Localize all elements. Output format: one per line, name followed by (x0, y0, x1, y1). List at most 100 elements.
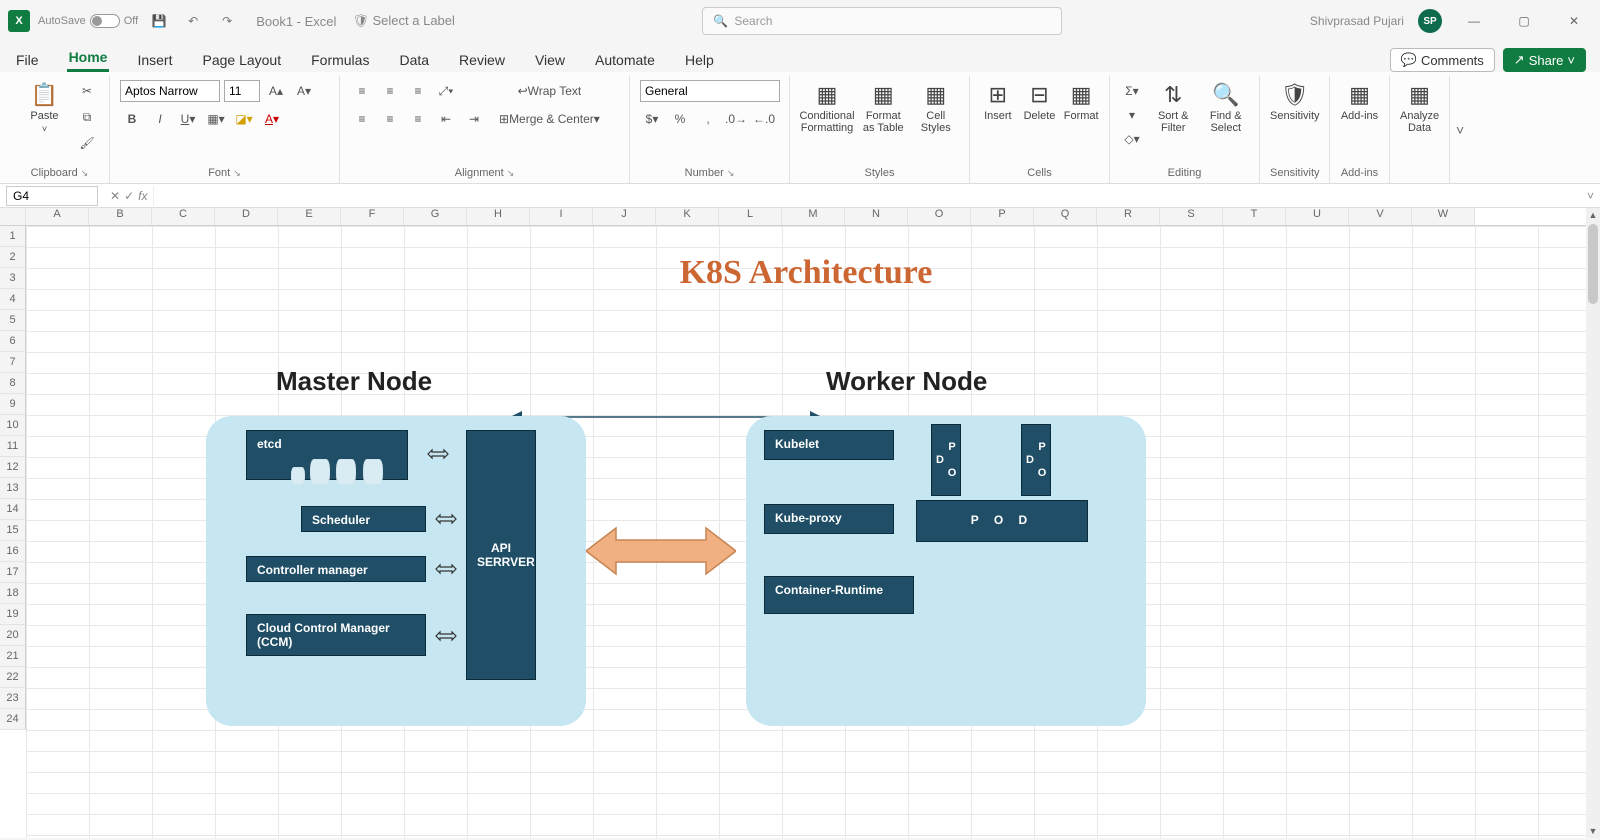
alignment-dialog-launcher-icon[interactable]: ↘ (507, 168, 515, 178)
row-header[interactable]: 24 (0, 709, 26, 730)
column-header[interactable]: N (845, 208, 908, 225)
cell-styles-button[interactable]: ▦Cell Styles (913, 80, 960, 134)
increase-font-icon[interactable]: A▴ (264, 80, 288, 102)
tab-page-layout[interactable]: Page Layout (200, 48, 283, 72)
name-box[interactable]: G4 (6, 186, 98, 206)
row-header[interactable]: 11 (0, 436, 26, 457)
clipboard-dialog-launcher-icon[interactable]: ↘ (81, 168, 89, 178)
column-header[interactable]: V (1349, 208, 1412, 225)
sensitivity-button[interactable]: 🛡Sensitivity (1270, 80, 1320, 122)
autosave-toggle[interactable]: AutoSave Off (38, 14, 138, 28)
expand-formula-bar-icon[interactable]: ˅ (1581, 189, 1600, 203)
column-header[interactable]: A (26, 208, 89, 225)
select-label-button[interactable]: 🛡 Select a Label (352, 13, 455, 29)
scroll-down-icon[interactable]: ▼ (1589, 826, 1598, 836)
row-header[interactable]: 2 (0, 247, 26, 268)
column-header[interactable]: M (782, 208, 845, 225)
row-header[interactable]: 20 (0, 625, 26, 646)
column-header[interactable]: T (1223, 208, 1286, 225)
align-middle-icon[interactable]: ≡ (378, 80, 402, 102)
column-header[interactable]: G (404, 208, 467, 225)
tab-review[interactable]: Review (457, 48, 507, 72)
row-header[interactable]: 19 (0, 604, 26, 625)
conditional-formatting-button[interactable]: ▦Conditional Formatting (800, 80, 854, 134)
maximize-icon[interactable]: ▢ (1506, 7, 1542, 35)
wrap-text-button[interactable]: ↩ Wrap Text (492, 80, 607, 102)
column-header[interactable]: R (1097, 208, 1160, 225)
analyze-data-button[interactable]: ▦Analyze Data (1400, 80, 1439, 134)
format-as-table-button[interactable]: ▦Format as Table (860, 80, 907, 134)
row-header[interactable]: 16 (0, 541, 26, 562)
bold-button[interactable]: B (120, 108, 144, 130)
column-header[interactable]: H (467, 208, 530, 225)
row-header[interactable]: 1 (0, 226, 26, 247)
tab-insert[interactable]: Insert (135, 48, 174, 72)
tab-view[interactable]: View (533, 48, 567, 72)
tab-help[interactable]: Help (683, 48, 716, 72)
tab-data[interactable]: Data (397, 48, 431, 72)
column-header[interactable]: W (1412, 208, 1475, 225)
tab-file[interactable]: File (14, 48, 41, 72)
column-header[interactable]: Q (1034, 208, 1097, 225)
row-header[interactable]: 12 (0, 457, 26, 478)
share-button[interactable]: ↗ Share ˅ (1503, 48, 1586, 72)
row-header[interactable]: 18 (0, 583, 26, 604)
minimize-icon[interactable]: — (1456, 7, 1492, 35)
cancel-formula-icon[interactable]: ✕ (110, 189, 120, 203)
align-center-icon[interactable]: ≡ (378, 108, 402, 130)
align-left-icon[interactable]: ≡ (350, 108, 374, 130)
collapse-ribbon-icon[interactable]: ˅ (1450, 122, 1470, 138)
column-header[interactable]: B (89, 208, 152, 225)
row-header[interactable]: 4 (0, 289, 26, 310)
align-top-icon[interactable]: ≡ (350, 80, 374, 102)
scroll-up-icon[interactable]: ▲ (1589, 210, 1598, 220)
column-header[interactable]: O (908, 208, 971, 225)
fill-icon[interactable]: ▾ (1120, 104, 1144, 126)
delete-cells-button[interactable]: ⊟Delete (1022, 80, 1058, 122)
row-header[interactable]: 7 (0, 352, 26, 373)
row-header[interactable]: 3 (0, 268, 26, 289)
increase-indent-icon[interactable]: ⇥ (462, 108, 486, 130)
row-header[interactable]: 10 (0, 415, 26, 436)
row-header[interactable]: 22 (0, 667, 26, 688)
row-header[interactable]: 15 (0, 520, 26, 541)
column-header[interactable]: D (215, 208, 278, 225)
decrease-indent-icon[interactable]: ⇤ (434, 108, 458, 130)
column-header[interactable]: J (593, 208, 656, 225)
italic-button[interactable]: I (148, 108, 172, 130)
number-dialog-launcher-icon[interactable]: ↘ (727, 168, 735, 178)
row-header[interactable]: 9 (0, 394, 26, 415)
column-header[interactable]: S (1160, 208, 1223, 225)
find-select-button[interactable]: 🔍Find & Select (1203, 80, 1250, 134)
column-header[interactable]: U (1286, 208, 1349, 225)
row-header[interactable]: 14 (0, 499, 26, 520)
merge-center-button[interactable]: ⊞ Merge & Center ▾ (492, 108, 607, 130)
row-header[interactable]: 6 (0, 331, 26, 352)
format-painter-icon[interactable]: 🖌 (75, 132, 99, 154)
comma-icon[interactable]: , (696, 108, 720, 130)
underline-button[interactable]: U▾ (176, 108, 200, 130)
column-header[interactable]: F (341, 208, 404, 225)
copy-icon[interactable]: ⧉ (75, 106, 99, 128)
tab-home[interactable]: Home (67, 45, 110, 72)
worksheet-grid[interactable]: ABCDEFGHIJKLMNOPQRSTUVW 1234567891011121… (0, 208, 1600, 838)
row-header[interactable]: 17 (0, 562, 26, 583)
increase-decimal-icon[interactable]: .0→ (724, 108, 748, 130)
align-bottom-icon[interactable]: ≡ (406, 80, 430, 102)
formula-input[interactable] (153, 186, 1581, 206)
cells-area[interactable] (26, 226, 1586, 838)
row-header[interactable]: 21 (0, 646, 26, 667)
font-color-icon[interactable]: A▾ (260, 108, 284, 130)
row-header[interactable]: 8 (0, 373, 26, 394)
format-cells-button[interactable]: ▦Format (1063, 80, 1099, 122)
fill-color-icon[interactable]: ◪▾ (232, 108, 256, 130)
tab-formulas[interactable]: Formulas (309, 48, 371, 72)
tab-automate[interactable]: Automate (593, 48, 657, 72)
column-header[interactable]: P (971, 208, 1034, 225)
column-header[interactable]: C (152, 208, 215, 225)
column-header[interactable]: L (719, 208, 782, 225)
font-size-select[interactable]: 11 (224, 80, 260, 102)
enter-formula-icon[interactable]: ✓ (124, 189, 134, 203)
cut-icon[interactable]: ✂ (75, 80, 99, 102)
currency-icon[interactable]: $▾ (640, 108, 664, 130)
